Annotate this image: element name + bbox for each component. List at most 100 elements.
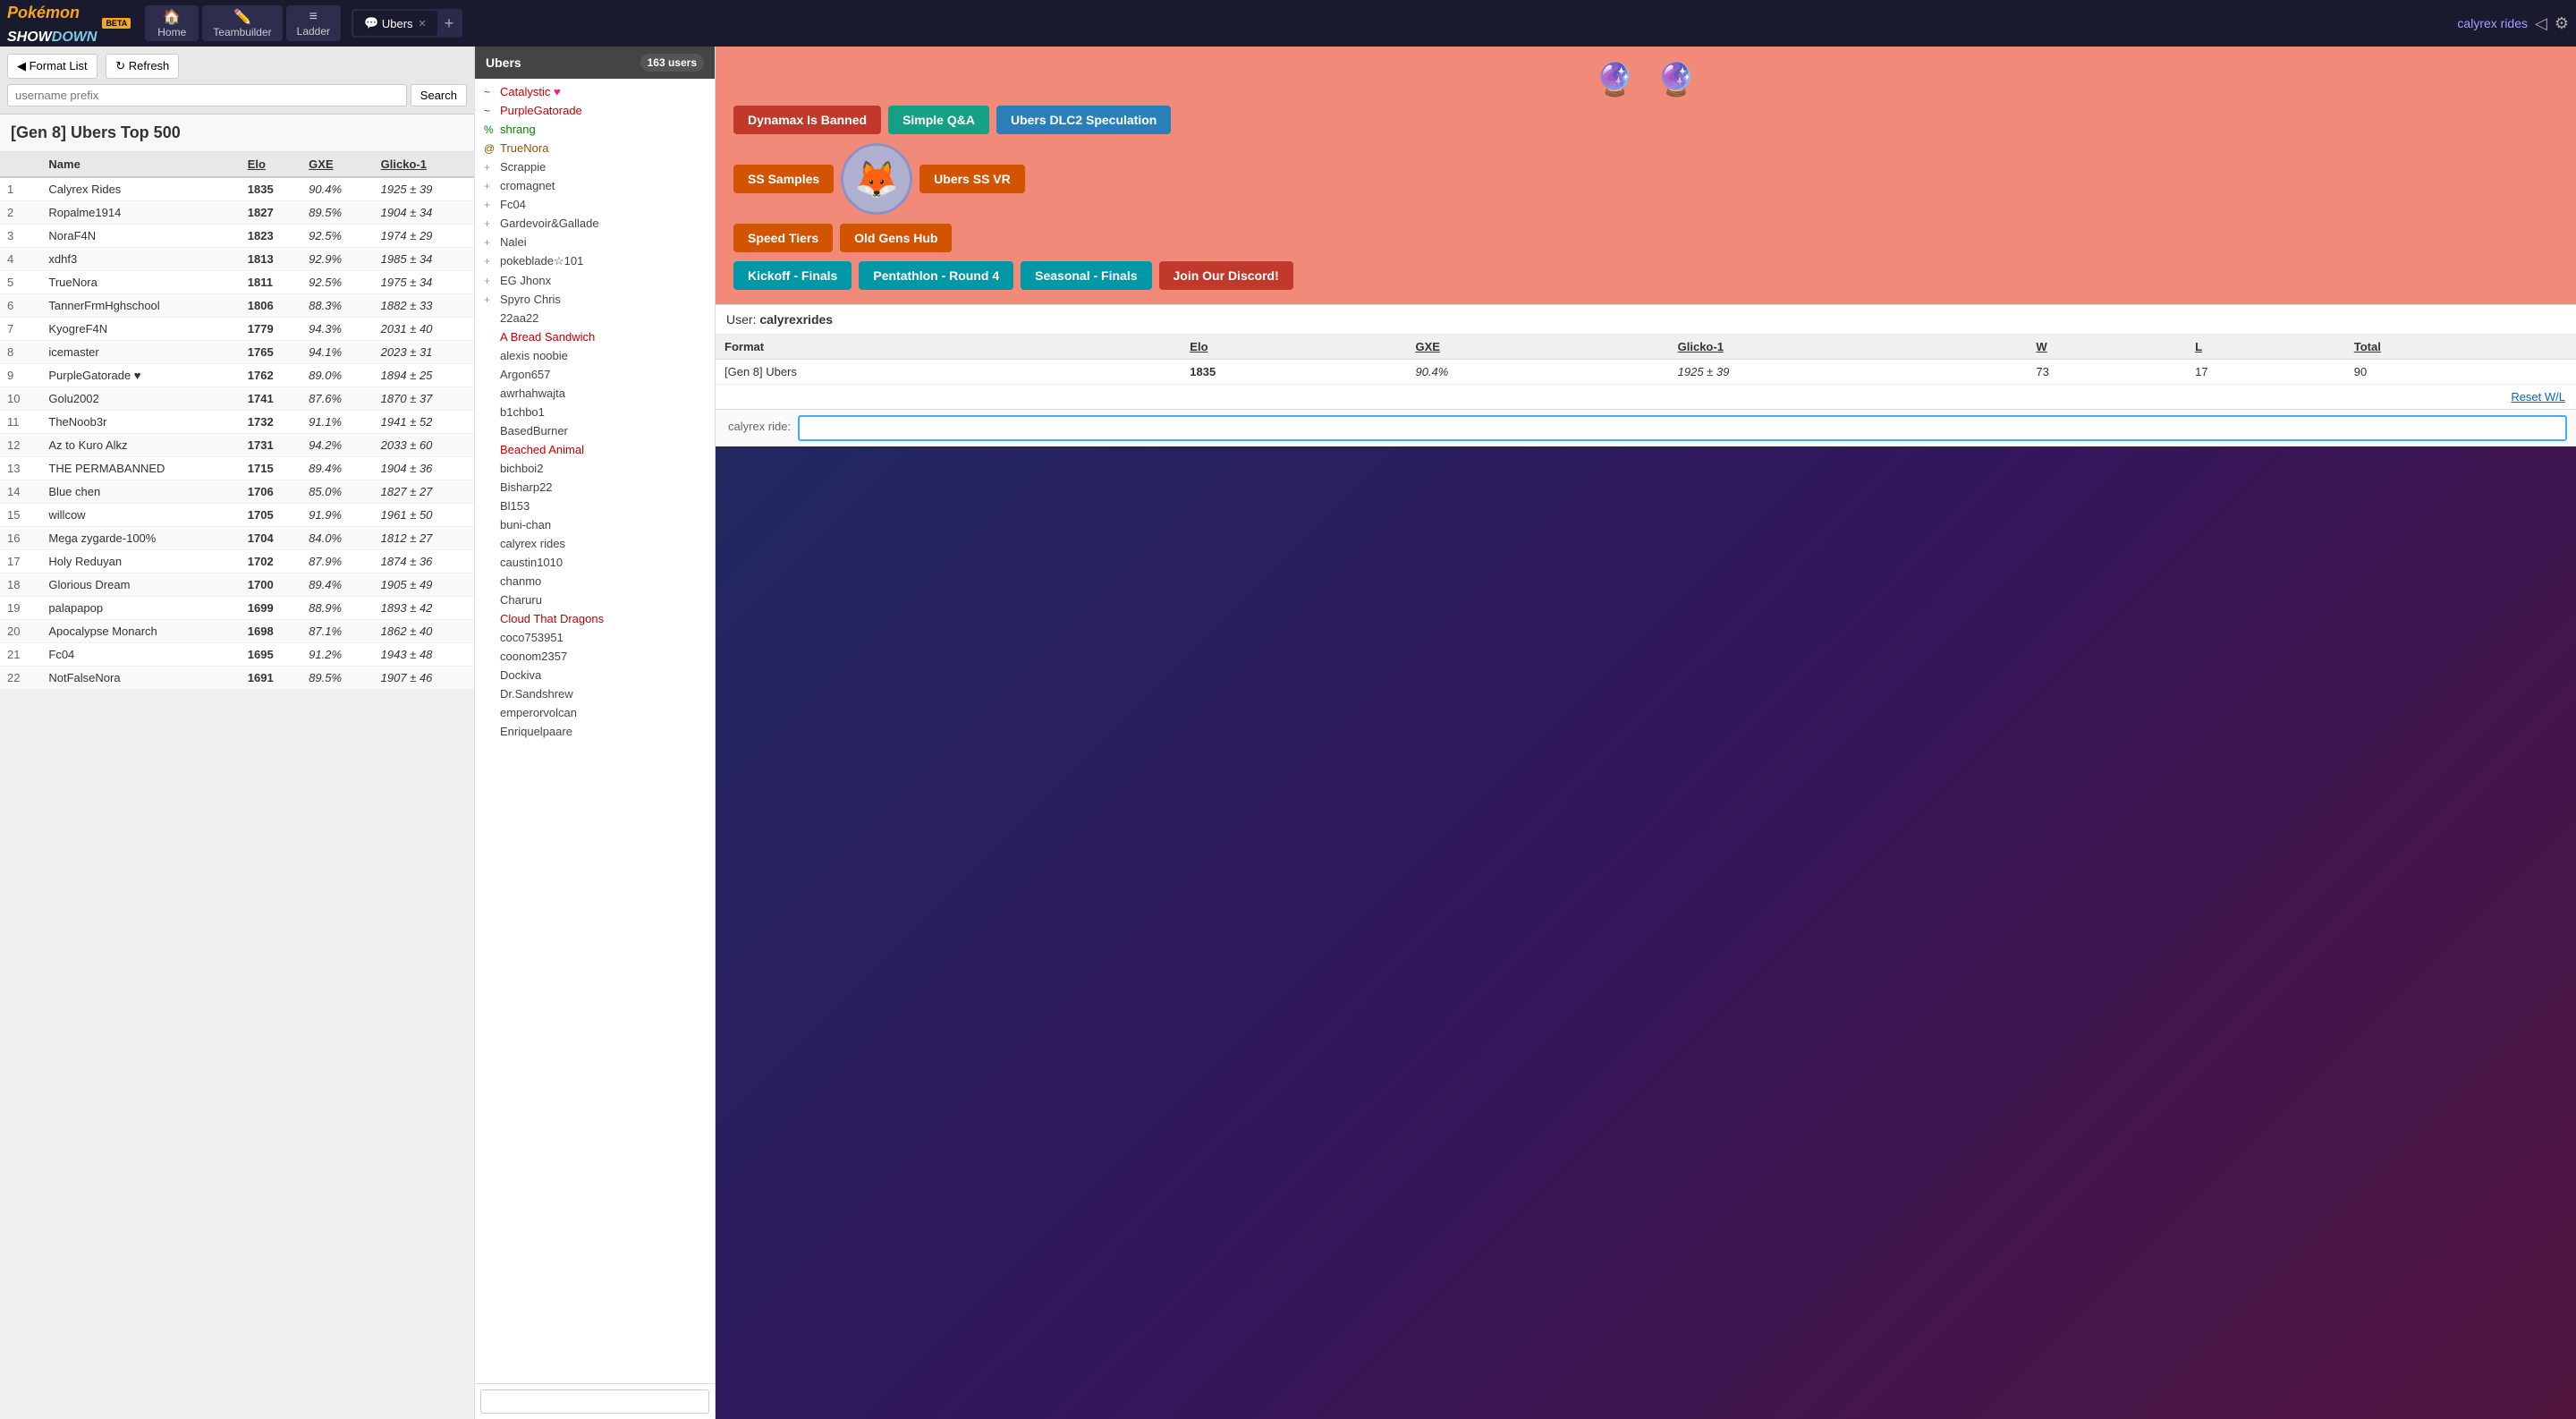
list-item[interactable]: buni-chan: [475, 515, 715, 534]
list-item[interactable]: Enriquelpaare: [475, 722, 715, 741]
table-row[interactable]: 16 Mega zygarde-100% 1704 84.0% 1812 ± 2…: [0, 527, 474, 550]
list-item[interactable]: Argon657: [475, 365, 715, 384]
table-row[interactable]: 19 palapapop 1699 88.9% 1893 ± 42: [0, 597, 474, 620]
table-row[interactable]: 6 TannerFrmHghschool 1806 88.3% 1882 ± 3…: [0, 294, 474, 318]
tab-ubers[interactable]: 💬 Ubers ✕: [353, 11, 437, 36]
add-tab-button[interactable]: +: [437, 14, 462, 33]
room-button[interactable]: Speed Tiers: [733, 224, 833, 252]
list-item[interactable]: b1chbo1: [475, 403, 715, 421]
list-item[interactable]: Bl153: [475, 497, 715, 515]
room-button[interactable]: Simple Q&A: [888, 106, 989, 134]
list-item[interactable]: chanmo: [475, 572, 715, 591]
stats-total-header[interactable]: Total: [2345, 335, 2576, 360]
gxe-header[interactable]: GXE: [301, 152, 374, 177]
glicko-cell: 1941 ± 52: [374, 411, 474, 434]
list-item[interactable]: +Scrappie: [475, 157, 715, 176]
user-rank-symbol: +: [484, 255, 496, 268]
room-button[interactable]: Pentathlon - Round 4: [859, 261, 1013, 290]
table-row[interactable]: 11 TheNoob3r 1732 91.1% 1941 ± 52: [0, 411, 474, 434]
list-item[interactable]: ~PurpleGatorade: [475, 101, 715, 120]
list-item[interactable]: Charuru: [475, 591, 715, 609]
table-row[interactable]: 18 Glorious Dream 1700 89.4% 1905 ± 49: [0, 574, 474, 597]
table-row[interactable]: 3 NoraF4N 1823 92.5% 1974 ± 29: [0, 225, 474, 248]
refresh-button[interactable]: ↻ Refresh: [106, 54, 179, 79]
table-row[interactable]: 22 NotFalseNora 1691 89.5% 1907 ± 46: [0, 667, 474, 690]
room-button[interactable]: Dynamax Is Banned: [733, 106, 881, 134]
tab-close-icon[interactable]: ✕: [419, 18, 427, 30]
list-item[interactable]: +Gardevoir&Gallade: [475, 214, 715, 233]
list-item[interactable]: coonom2357: [475, 647, 715, 666]
room-button[interactable]: Ubers DLC2 Speculation: [996, 106, 1171, 134]
table-row[interactable]: 2 Ropalme1914 1827 89.5% 1904 ± 34: [0, 201, 474, 225]
reset-wl-link[interactable]: Reset W/L: [716, 385, 2576, 409]
list-item[interactable]: +Fc04: [475, 195, 715, 214]
name-cell: Apocalypse Monarch: [41, 620, 240, 643]
list-item[interactable]: awrhahwajta: [475, 384, 715, 403]
list-item[interactable]: bichboi2: [475, 459, 715, 478]
teambuilder-button[interactable]: ✏️ Teambuilder: [202, 5, 282, 41]
list-item[interactable]: ~Catalystic ♥: [475, 82, 715, 101]
elo-header[interactable]: Elo: [241, 152, 301, 177]
elo-cell: 1700: [241, 574, 301, 597]
bottom-chat-input-field[interactable]: [798, 415, 2567, 441]
user-name: caustin1010: [500, 556, 563, 569]
table-row[interactable]: 14 Blue chen 1706 85.0% 1827 ± 27: [0, 480, 474, 504]
table-row[interactable]: 12 Az to Kuro Alkz 1731 94.2% 2033 ± 60: [0, 434, 474, 457]
room-button[interactable]: SS Samples: [733, 165, 834, 193]
list-item[interactable]: Beached Animal: [475, 440, 715, 459]
room-button[interactable]: Kickoff - Finals: [733, 261, 852, 290]
room-button[interactable]: Seasonal - Finals: [1021, 261, 1151, 290]
list-item[interactable]: Bisharp22: [475, 478, 715, 497]
list-item[interactable]: 22aa22: [475, 309, 715, 327]
table-row[interactable]: 5 TrueNora 1811 92.5% 1975 ± 34: [0, 271, 474, 294]
username-display[interactable]: calyrex rides: [2457, 16, 2528, 30]
list-item[interactable]: +Nalei: [475, 233, 715, 251]
table-row[interactable]: 9 PurpleGatorade ♥ 1762 89.0% 1894 ± 25: [0, 364, 474, 387]
list-item[interactable]: +EG Jhonx: [475, 271, 715, 290]
ladder-table-wrap: Name Elo GXE Glicko-1 1 Calyrex Rides 18…: [0, 152, 474, 1419]
list-item[interactable]: emperorvolcan: [475, 703, 715, 722]
gxe-cell: 89.5%: [301, 201, 374, 225]
list-item[interactable]: A Bread Sandwich: [475, 327, 715, 346]
list-item[interactable]: @TrueNora: [475, 139, 715, 157]
chat-input[interactable]: [480, 1389, 709, 1414]
table-row[interactable]: 10 Golu2002 1741 87.6% 1870 ± 37: [0, 387, 474, 411]
list-item[interactable]: Dockiva: [475, 666, 715, 684]
room-button[interactable]: Ubers SS VR: [919, 165, 1025, 193]
list-item[interactable]: BasedBurner: [475, 421, 715, 440]
table-row[interactable]: 20 Apocalypse Monarch 1698 87.1% 1862 ± …: [0, 620, 474, 643]
list-item[interactable]: coco753951: [475, 628, 715, 647]
settings-button[interactable]: ⚙: [2555, 14, 2569, 33]
list-item[interactable]: +pokeblade☆101: [475, 251, 715, 271]
table-row[interactable]: 8 icemaster 1765 94.1% 2023 ± 31: [0, 341, 474, 364]
table-row[interactable]: 21 Fc04 1695 91.2% 1943 ± 48: [0, 643, 474, 667]
stats-glicko-header[interactable]: Glicko-1: [1669, 335, 2028, 360]
ladder-button[interactable]: ≡ Ladder: [286, 5, 341, 41]
table-row[interactable]: 4 xdhf3 1813 92.9% 1985 ± 34: [0, 248, 474, 271]
format-list-button[interactable]: ◀ Format List: [7, 54, 97, 79]
list-item[interactable]: +Spyro Chris: [475, 290, 715, 309]
glicko-header[interactable]: Glicko-1: [374, 152, 474, 177]
volume-button[interactable]: ◁: [2535, 14, 2547, 33]
search-button[interactable]: Search: [411, 84, 467, 106]
stats-l-header[interactable]: L: [2186, 335, 2345, 360]
list-item[interactable]: calyrex rides: [475, 534, 715, 553]
table-row[interactable]: 15 willcow 1705 91.9% 1961 ± 50: [0, 504, 474, 527]
room-button[interactable]: Old Gens Hub: [840, 224, 952, 252]
table-row[interactable]: 17 Holy Reduyan 1702 87.9% 1874 ± 36: [0, 550, 474, 574]
list-item[interactable]: caustin1010: [475, 553, 715, 572]
table-row[interactable]: 13 THE PERMABANNED 1715 89.4% 1904 ± 36: [0, 457, 474, 480]
table-row[interactable]: 7 KyogreF4N 1779 94.3% 2031 ± 40: [0, 318, 474, 341]
list-item[interactable]: +cromagnet: [475, 176, 715, 195]
stats-elo-header[interactable]: Elo: [1181, 335, 1406, 360]
search-input[interactable]: [7, 84, 407, 106]
home-button[interactable]: 🏠 Home: [145, 5, 199, 41]
table-row[interactable]: 1 Calyrex Rides 1835 90.4% 1925 ± 39: [0, 177, 474, 201]
stats-gxe-header[interactable]: GXE: [1406, 335, 1668, 360]
room-button[interactable]: Join Our Discord!: [1159, 261, 1293, 290]
list-item[interactable]: %shrang: [475, 120, 715, 139]
list-item[interactable]: Dr.Sandshrew: [475, 684, 715, 703]
list-item[interactable]: alexis noobie: [475, 346, 715, 365]
list-item[interactable]: Cloud That Dragons: [475, 609, 715, 628]
stats-w-header[interactable]: W: [2027, 335, 2186, 360]
